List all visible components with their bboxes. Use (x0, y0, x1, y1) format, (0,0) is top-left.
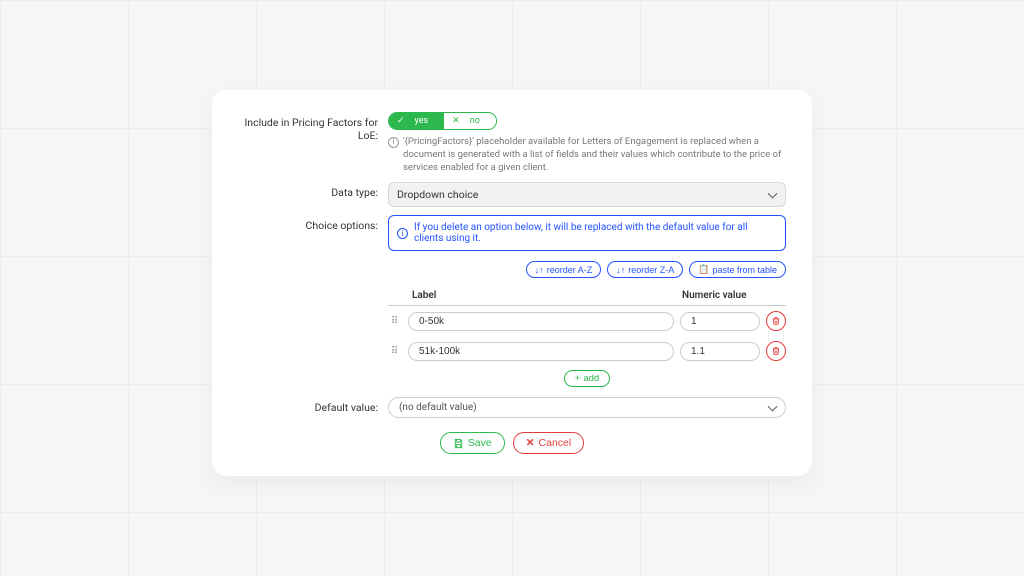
banner-text: If you delete an option below, it will b… (414, 222, 777, 244)
row-default-value: Default value: (no default value) (238, 397, 786, 418)
add-row: +add (388, 370, 786, 387)
options-table-header: Label Numeric value (388, 286, 786, 306)
settings-card: Include in Pricing Factors for LoE: ✓ ye… (212, 90, 812, 476)
paste-from-table-button[interactable]: 📋paste from table (689, 261, 786, 278)
reorder-az-button[interactable]: ↓↑reorder A-Z (526, 261, 602, 278)
th-label: Label (406, 290, 676, 301)
toggle-include-pricing[interactable]: ✓ yes ✕ no (388, 112, 497, 130)
option-value-input[interactable] (680, 312, 760, 331)
toggle-yes-label: yes (407, 113, 437, 129)
drag-handle-icon[interactable]: ⠿ (388, 316, 402, 327)
row-data-type: Data type: Dropdown choice (238, 182, 786, 207)
reorder-za-button[interactable]: ↓↑reorder Z-A (607, 261, 683, 278)
add-option-button[interactable]: +add (564, 370, 610, 387)
option-label-input[interactable] (408, 312, 674, 331)
toggle-no-label: no (462, 113, 488, 129)
trash-icon (771, 316, 781, 326)
cancel-label: Cancel (539, 437, 572, 449)
default-value-select[interactable]: (no default value) (388, 397, 786, 418)
toggle-no[interactable]: ✕ no (444, 113, 496, 129)
label-include-pricing: Include in Pricing Factors for LoE: (238, 112, 388, 142)
paste-icon: 📋 (698, 264, 709, 275)
label-choice-options: Choice options: (238, 215, 388, 232)
trash-icon (771, 346, 781, 356)
table-row: ⠿ (388, 306, 786, 336)
paste-label: paste from table (712, 265, 777, 275)
label-default-value: Default value: (238, 397, 388, 414)
default-value-select-wrap[interactable]: (no default value) (388, 397, 786, 418)
close-icon: ✕ (526, 437, 535, 449)
reorder-za-label: reorder Z-A (628, 265, 674, 275)
delete-option-button[interactable] (766, 341, 786, 361)
sort-az-icon: ↓↑ (535, 265, 544, 275)
reorder-az-label: reorder A-Z (547, 265, 593, 275)
option-value-input[interactable] (680, 342, 760, 361)
cancel-button[interactable]: ✕ Cancel (513, 432, 585, 454)
delete-option-button[interactable] (766, 311, 786, 331)
label-data-type: Data type: (238, 182, 388, 199)
drag-handle-icon[interactable]: ⠿ (388, 346, 402, 357)
save-label: Save (468, 437, 492, 449)
option-label-input[interactable] (408, 342, 674, 361)
toggle-yes[interactable]: ✓ yes (389, 113, 444, 129)
info-icon: i (397, 228, 408, 239)
help-text: '{PricingFactors}' placeholder available… (403, 136, 786, 174)
save-button[interactable]: Save (440, 432, 505, 454)
pill-row: ↓↑reorder A-Z ↓↑reorder Z-A 📋paste from … (388, 261, 786, 278)
footer-buttons: Save ✕ Cancel (238, 432, 786, 454)
sort-za-icon: ↓↑ (616, 265, 625, 275)
row-choice-options: Choice options: i If you delete an optio… (238, 215, 786, 387)
info-icon: i (388, 137, 399, 148)
row-include-pricing: Include in Pricing Factors for LoE: ✓ ye… (238, 112, 786, 174)
delete-warning-banner: i If you delete an option below, it will… (388, 215, 786, 251)
data-type-select[interactable]: Dropdown choice (388, 182, 786, 207)
th-numeric: Numeric value (676, 290, 786, 301)
save-icon (453, 438, 464, 449)
table-row: ⠿ (388, 336, 786, 366)
data-type-select-wrap[interactable]: Dropdown choice (388, 182, 786, 207)
add-label: add (583, 373, 599, 384)
plus-icon: + (575, 373, 581, 384)
help-text-container: i '{PricingFactors}' placeholder availab… (388, 136, 786, 174)
